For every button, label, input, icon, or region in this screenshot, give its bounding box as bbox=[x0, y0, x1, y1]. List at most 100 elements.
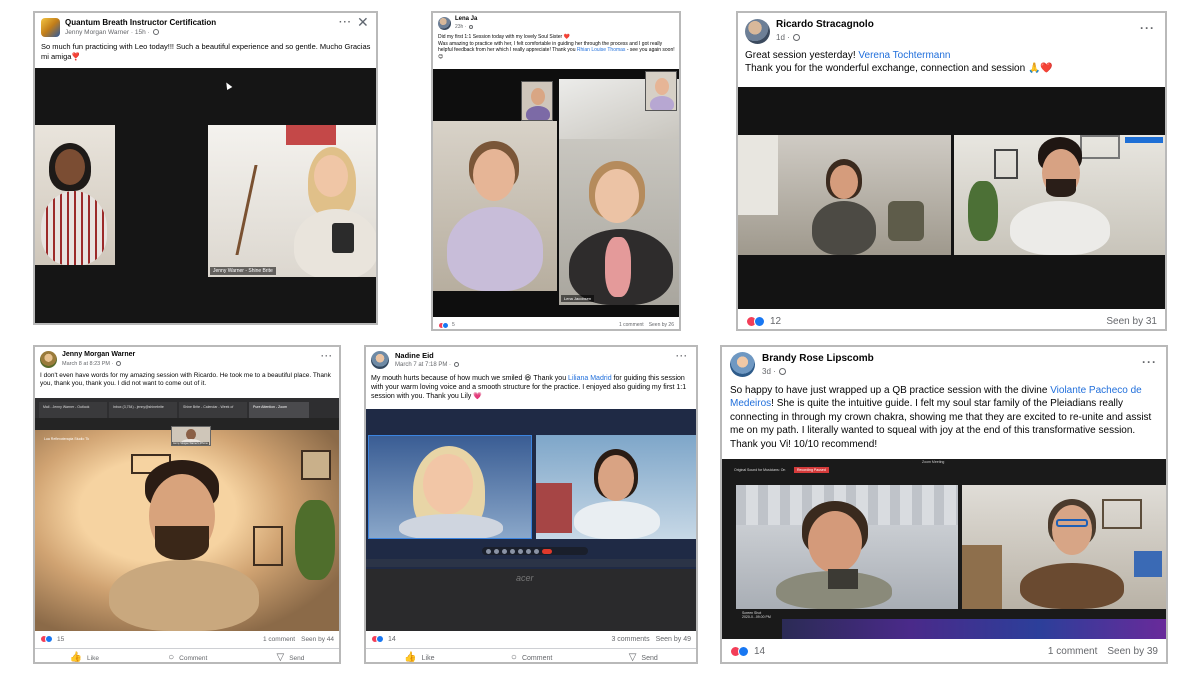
seen-by[interactable]: Seen by 39 bbox=[1107, 646, 1158, 657]
reactions[interactable]: 14 bbox=[371, 635, 396, 643]
post-meta-text[interactable]: Jenny Morgan Warner · 15h · bbox=[65, 29, 150, 36]
reaction-count: 14 bbox=[754, 645, 766, 657]
reactions[interactable]: 14 bbox=[730, 645, 766, 657]
browser-tab[interactable]: Inbox (3,754) - jenny@shinebrite bbox=[109, 402, 177, 418]
avatar[interactable] bbox=[371, 351, 389, 369]
post-footer: 14 3 comments Seen by 49 bbox=[366, 633, 696, 645]
reactions[interactable]: 5 bbox=[438, 321, 455, 329]
dock bbox=[782, 619, 1166, 639]
globe-icon bbox=[152, 29, 159, 36]
more-options-icon[interactable]: ··· bbox=[321, 351, 333, 361]
close-icon[interactable]: ✕ bbox=[357, 14, 369, 31]
laptop-brand: acer bbox=[516, 573, 534, 583]
participant-tile-left bbox=[35, 125, 115, 265]
more-options-icon[interactable]: ··· bbox=[339, 17, 352, 28]
like-reaction-icon bbox=[754, 315, 765, 327]
post-text: So much fun practicing with Leo today!!!… bbox=[41, 42, 371, 61]
post-author[interactable]: Ricardo Stracagnolo bbox=[776, 19, 874, 30]
reaction-count: 15 bbox=[57, 635, 65, 643]
reaction-count: 12 bbox=[770, 315, 782, 327]
mention-link[interactable]: Verena Tochtermann bbox=[858, 50, 950, 61]
zoom-toolbar[interactable] bbox=[482, 547, 588, 555]
video-call-screenshot[interactable]: Lena Jacobsen bbox=[433, 69, 679, 317]
more-options-icon[interactable]: ··· bbox=[1140, 21, 1155, 35]
send-label: Send bbox=[289, 654, 305, 662]
post-footer: 12 Seen by 31 bbox=[738, 313, 1165, 329]
seen-by[interactable]: Seen by 44 bbox=[301, 636, 334, 643]
like-button[interactable]: 👍 Like bbox=[70, 652, 99, 663]
globe-icon bbox=[792, 34, 800, 42]
screenshot-thumbnail-label: Screen Shot 2020-0...09.00 PM bbox=[742, 611, 771, 619]
zoom-meeting-screenshot[interactable]: Zoom Meeting Original Sound for Musician… bbox=[722, 459, 1166, 639]
self-view-label: Jenny Morgan Warner's iPhone bbox=[172, 442, 209, 445]
recording-status[interactable]: Recording Paused bbox=[794, 467, 829, 473]
post-card-jenny: Jenny Morgan Warner March 8 at 8:23 PM ·… bbox=[33, 345, 341, 664]
like-button[interactable]: 👍 Like bbox=[404, 652, 435, 663]
post-footer: 5 1 comment Seen by 26 bbox=[433, 319, 679, 329]
self-view-thumbnail bbox=[645, 71, 677, 111]
post-author[interactable]: Lena Ja bbox=[455, 16, 477, 22]
browser-tab[interactable]: Shine Brite - Calendar - Week of bbox=[179, 402, 247, 418]
avatar[interactable] bbox=[730, 352, 755, 377]
more-options-icon[interactable]: ··· bbox=[676, 351, 688, 361]
post-text: My mouth hurts because of how much we sm… bbox=[371, 374, 693, 401]
post-text-part: My mouth hurts because of how much we sm… bbox=[371, 375, 569, 382]
comment-button[interactable]: ○ Comment bbox=[168, 652, 208, 663]
group-avatar[interactable] bbox=[41, 18, 60, 37]
post-text: Did my first 1:1 Session today with my l… bbox=[438, 34, 678, 60]
participant-tile-main: Lua Reflexoterapia Studio Tk bbox=[35, 430, 339, 631]
post-meta-text[interactable]: March 8 at 8:23 PM · bbox=[62, 361, 113, 367]
post-meta: March 7 at 7:18 PM · bbox=[395, 362, 460, 368]
post-meta-text[interactable]: 3d · bbox=[762, 367, 776, 376]
post-actions: 👍 Like ○ Comment ▽ Send bbox=[366, 648, 696, 663]
post-meta: Jenny Morgan Warner · 15h · bbox=[65, 29, 159, 36]
post-meta-text[interactable]: 1d · bbox=[776, 33, 790, 42]
comment-count[interactable]: 1 comment bbox=[1048, 646, 1097, 657]
post-meta-text[interactable]: March 7 at 7:18 PM · bbox=[395, 362, 451, 368]
post-author[interactable]: Brandy Rose Lipscomb bbox=[762, 353, 874, 364]
post-actions: 👍 Like ○ Comment ▽ Send bbox=[35, 648, 339, 663]
post-card-brandy: Brandy Rose Lipscomb 3d · ··· So happy t… bbox=[720, 345, 1168, 664]
browser-tab[interactable]: Mail - Jenny Warner - Outlook bbox=[39, 402, 107, 418]
reactions[interactable]: 12 bbox=[746, 315, 782, 327]
comment-count[interactable]: 3 comments bbox=[611, 636, 649, 643]
avatar[interactable] bbox=[40, 351, 57, 368]
participant-tile-right bbox=[954, 135, 1165, 255]
participant-tile-right bbox=[962, 485, 1166, 609]
post-meta-text[interactable]: 23h · bbox=[455, 24, 466, 30]
post-author[interactable]: Nadine Eid bbox=[395, 351, 434, 360]
laptop-video-call-photo[interactable]: acer bbox=[366, 409, 696, 631]
reactions[interactable]: 15 bbox=[40, 635, 64, 643]
video-call-screenshot[interactable]: Jenny Warner - Shine Brite bbox=[35, 68, 376, 323]
comment-label: Comment bbox=[521, 654, 553, 662]
more-options-icon[interactable]: ··· bbox=[1142, 355, 1157, 369]
post-author[interactable]: Quantum Breath Instructor Certification bbox=[65, 18, 216, 27]
seen-by[interactable]: Seen by 49 bbox=[656, 636, 691, 643]
post-card-nadine: Nadine Eid March 7 at 7:18 PM · ··· My m… bbox=[364, 345, 698, 664]
participant-tile-right bbox=[536, 435, 696, 539]
post-meta: 23h · bbox=[455, 24, 474, 30]
post-author[interactable]: Jenny Morgan Warner bbox=[62, 351, 135, 358]
avatar[interactable] bbox=[745, 19, 770, 44]
video-call-screenshot[interactable] bbox=[738, 87, 1165, 309]
send-button[interactable]: ▽ Send bbox=[629, 652, 658, 663]
avatar[interactable] bbox=[438, 17, 451, 30]
reaction-count: 5 bbox=[452, 322, 455, 328]
seen-by[interactable]: Seen by 31 bbox=[1106, 316, 1157, 327]
post-card-ricardo: Ricardo Stracagnolo 1d · ··· Great sessi… bbox=[736, 11, 1167, 331]
seen-by[interactable]: Seen by 26 bbox=[649, 322, 674, 328]
comment-button[interactable]: ○ Comment bbox=[510, 652, 553, 663]
browser-tab-bar: Mail - Jenny Warner - Outlook Inbox (3,7… bbox=[35, 398, 339, 418]
browser-tab-active[interactable]: Pure Attention - Zoom bbox=[249, 402, 309, 418]
like-label: Like bbox=[421, 654, 435, 662]
mention-link[interactable]: Liliana Madrid bbox=[568, 375, 612, 382]
zoom-audio-status[interactable]: Original Sound for Musicians: On bbox=[734, 468, 785, 472]
comment-count[interactable]: 1 comment bbox=[263, 636, 295, 643]
video-call-screenshot[interactable]: Mail - Jenny Warner - Outlook Inbox (3,7… bbox=[35, 398, 339, 631]
like-icon: 👍 bbox=[404, 652, 417, 663]
comment-count[interactable]: 1 comment bbox=[619, 322, 644, 328]
comment-icon: ○ bbox=[510, 652, 517, 663]
send-button[interactable]: ▽ Send bbox=[277, 652, 305, 663]
mention-link[interactable]: Rhian Louise Thomas bbox=[577, 47, 626, 53]
comment-label: Comment bbox=[179, 654, 208, 662]
